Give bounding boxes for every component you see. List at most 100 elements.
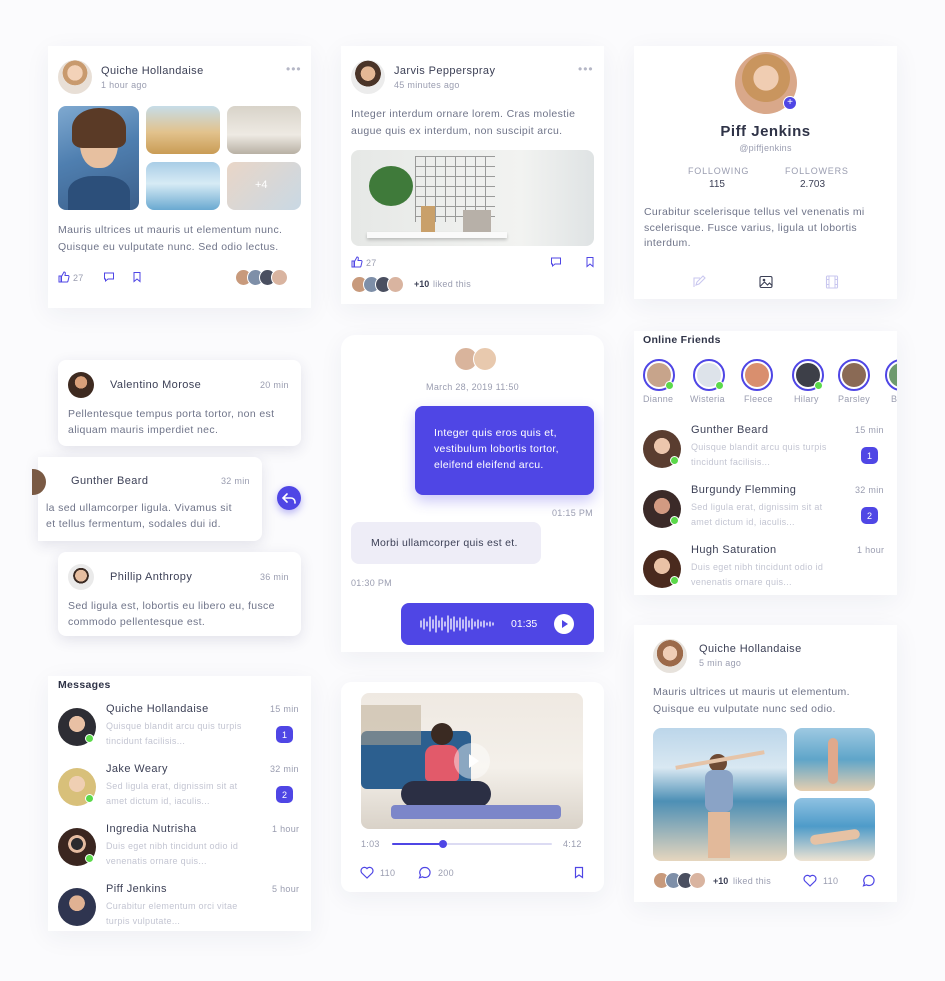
section-title: Messages bbox=[58, 679, 111, 691]
liked-by-avatars[interactable] bbox=[351, 276, 404, 293]
list-item[interactable]: Hugh Saturation 1 hour Duis eget nibh ti… bbox=[634, 539, 897, 595]
more-options-icon[interactable]: ••• bbox=[286, 62, 302, 76]
avatar[interactable] bbox=[351, 60, 385, 94]
message-text: vestibulum lobortis tortor, bbox=[434, 443, 559, 455]
video-progress-track[interactable] bbox=[392, 840, 552, 848]
comment-icon[interactable] bbox=[103, 271, 115, 283]
message-text: eleifend eleifend arcu. bbox=[434, 459, 544, 471]
video-thumbnail[interactable] bbox=[361, 693, 583, 829]
avatar[interactable] bbox=[68, 372, 94, 398]
more-photos-tile[interactable]: +4 bbox=[227, 162, 301, 210]
heart-icon[interactable] bbox=[803, 874, 817, 887]
post-photo-beach-woman[interactable] bbox=[653, 728, 787, 861]
bookmark-icon[interactable] bbox=[584, 256, 596, 268]
profile-name: Piff Jenkins bbox=[720, 123, 811, 140]
contact-name[interactable]: Gunther Beard bbox=[691, 424, 768, 436]
author-name[interactable]: Jarvis Pepperspray bbox=[394, 65, 495, 77]
message-preview: Quisque blandit arcu quis turpis bbox=[691, 442, 827, 452]
comment-time: 36 min bbox=[260, 572, 289, 582]
sent-message[interactable]: Integer quis eros quis et, vestibulum lo… bbox=[415, 406, 594, 495]
contact-name[interactable]: Piff Jenkins bbox=[106, 883, 167, 895]
chat-participants[interactable] bbox=[454, 347, 497, 371]
film-icon[interactable] bbox=[825, 275, 839, 289]
followers-count[interactable]: 2.703 bbox=[800, 179, 825, 190]
comment-text: la sed ullamcorper ligula. Vivamus sit bbox=[46, 502, 232, 514]
play-button[interactable] bbox=[454, 743, 490, 779]
received-message[interactable]: Morbi ullamcorper quis est et. bbox=[351, 522, 541, 564]
post-photo-portrait[interactable] bbox=[58, 106, 139, 210]
comment-icon[interactable] bbox=[418, 866, 432, 879]
comment-author[interactable]: Gunther Beard bbox=[71, 475, 148, 487]
add-icon[interactable]: + bbox=[783, 96, 797, 110]
friend-avatar[interactable] bbox=[741, 359, 773, 391]
image-icon[interactable] bbox=[759, 275, 773, 289]
comment-author[interactable]: Phillip Anthropy bbox=[110, 571, 192, 583]
list-item[interactable]: Quiche Hollandaise 15 min Quisque blandi… bbox=[48, 698, 311, 758]
contact-name[interactable]: Quiche Hollandaise bbox=[106, 703, 209, 715]
voice-message[interactable]: 01:35 bbox=[401, 603, 594, 645]
friend-avatar[interactable] bbox=[885, 359, 897, 391]
heart-icon[interactable] bbox=[360, 866, 374, 879]
post-photo-sunbathing[interactable] bbox=[794, 798, 875, 861]
reply-icon bbox=[281, 493, 296, 504]
list-item[interactable]: Jake Weary 32 min Sed ligula erat, digni… bbox=[48, 758, 311, 818]
video-progress-handle[interactable] bbox=[439, 840, 448, 848]
message-preview: tincidunt facilisis... bbox=[106, 736, 186, 746]
post-time: 5 min ago bbox=[699, 658, 742, 668]
more-options-icon[interactable]: ••• bbox=[578, 62, 594, 76]
avatar[interactable] bbox=[653, 639, 687, 673]
avatar[interactable] bbox=[32, 469, 46, 495]
bookmark-icon[interactable] bbox=[573, 866, 585, 879]
comment-icon[interactable] bbox=[550, 256, 562, 268]
video-card: 1:03 4:12 110 200 bbox=[341, 682, 604, 892]
edit-icon[interactable] bbox=[692, 275, 706, 289]
list-item[interactable]: Ingredia Nutrisha 1 hour Duis eget nibh … bbox=[48, 818, 311, 878]
post-text: Mauris ultrices ut mauris ut elementum n… bbox=[58, 224, 283, 236]
video-total-time: 4:12 bbox=[563, 839, 582, 849]
profile-handle: @piffjenkins bbox=[739, 143, 792, 153]
post-photo-sea[interactable] bbox=[146, 162, 220, 210]
contact-name[interactable]: Hugh Saturation bbox=[691, 544, 777, 556]
friend-name: Hilary bbox=[794, 394, 819, 404]
list-item[interactable]: Gunther Beard 15 min Quisque blandit arc… bbox=[634, 419, 897, 479]
comment-bubble[interactable]: Valentino Morose 20 min Pellentesque tem… bbox=[58, 360, 301, 446]
author-name[interactable]: Quiche Hollandaise bbox=[699, 643, 802, 655]
comment-bubble[interactable]: Phillip Anthropy 36 min Sed ligula est, … bbox=[58, 552, 301, 636]
post-photo-shelf[interactable] bbox=[351, 150, 594, 246]
post-card-jarvis: Jarvis Pepperspray 45 minutes ago ••• In… bbox=[341, 46, 604, 304]
play-icon bbox=[562, 620, 568, 628]
author-name[interactable]: Quiche Hollandaise bbox=[101, 65, 204, 77]
contact-name[interactable]: Ingredia Nutrisha bbox=[106, 823, 197, 835]
message-time: 32 min bbox=[270, 764, 299, 774]
comment-bubble[interactable]: Gunther Beard 32 min la sed ullamcorper … bbox=[32, 457, 262, 541]
following-count[interactable]: 115 bbox=[709, 179, 725, 190]
message-preview: Curabitur elementum orci vitae bbox=[106, 901, 238, 911]
bookmark-icon[interactable] bbox=[131, 271, 143, 283]
comment-author[interactable]: Valentino Morose bbox=[110, 379, 201, 391]
post-photo-beach[interactable] bbox=[146, 106, 220, 154]
post-photo-room[interactable] bbox=[227, 106, 301, 154]
list-item[interactable]: Burgundy Flemming 32 min Sed ligula erat… bbox=[634, 479, 897, 539]
profile-bio: interdum. bbox=[644, 237, 691, 249]
followers-label: FOLLOWERS bbox=[785, 166, 849, 176]
message-time: 15 min bbox=[855, 425, 884, 435]
post-photo-bikini[interactable] bbox=[794, 728, 875, 791]
liked-by-avatars[interactable] bbox=[653, 872, 706, 889]
friend-avatar[interactable] bbox=[838, 359, 870, 391]
like-icon[interactable] bbox=[58, 271, 70, 283]
contact-name[interactable]: Burgundy Flemming bbox=[691, 484, 796, 496]
avatar[interactable] bbox=[58, 60, 92, 94]
comment-icon[interactable] bbox=[862, 874, 876, 887]
contact-name[interactable]: Jake Weary bbox=[106, 763, 168, 775]
avatar[interactable] bbox=[58, 888, 96, 926]
unread-badge: 1 bbox=[276, 726, 293, 743]
reply-button[interactable] bbox=[277, 486, 301, 510]
liked-by-avatars[interactable] bbox=[235, 269, 288, 286]
voice-duration: 01:35 bbox=[511, 618, 538, 630]
like-icon[interactable] bbox=[351, 256, 363, 268]
list-item[interactable]: Piff Jenkins 5 hour Curabitur elementum … bbox=[48, 878, 311, 931]
avatar[interactable] bbox=[68, 564, 94, 590]
message-time: 5 hour bbox=[272, 884, 300, 894]
following-label: FOLLOWING bbox=[688, 166, 750, 176]
play-button[interactable] bbox=[554, 614, 574, 634]
